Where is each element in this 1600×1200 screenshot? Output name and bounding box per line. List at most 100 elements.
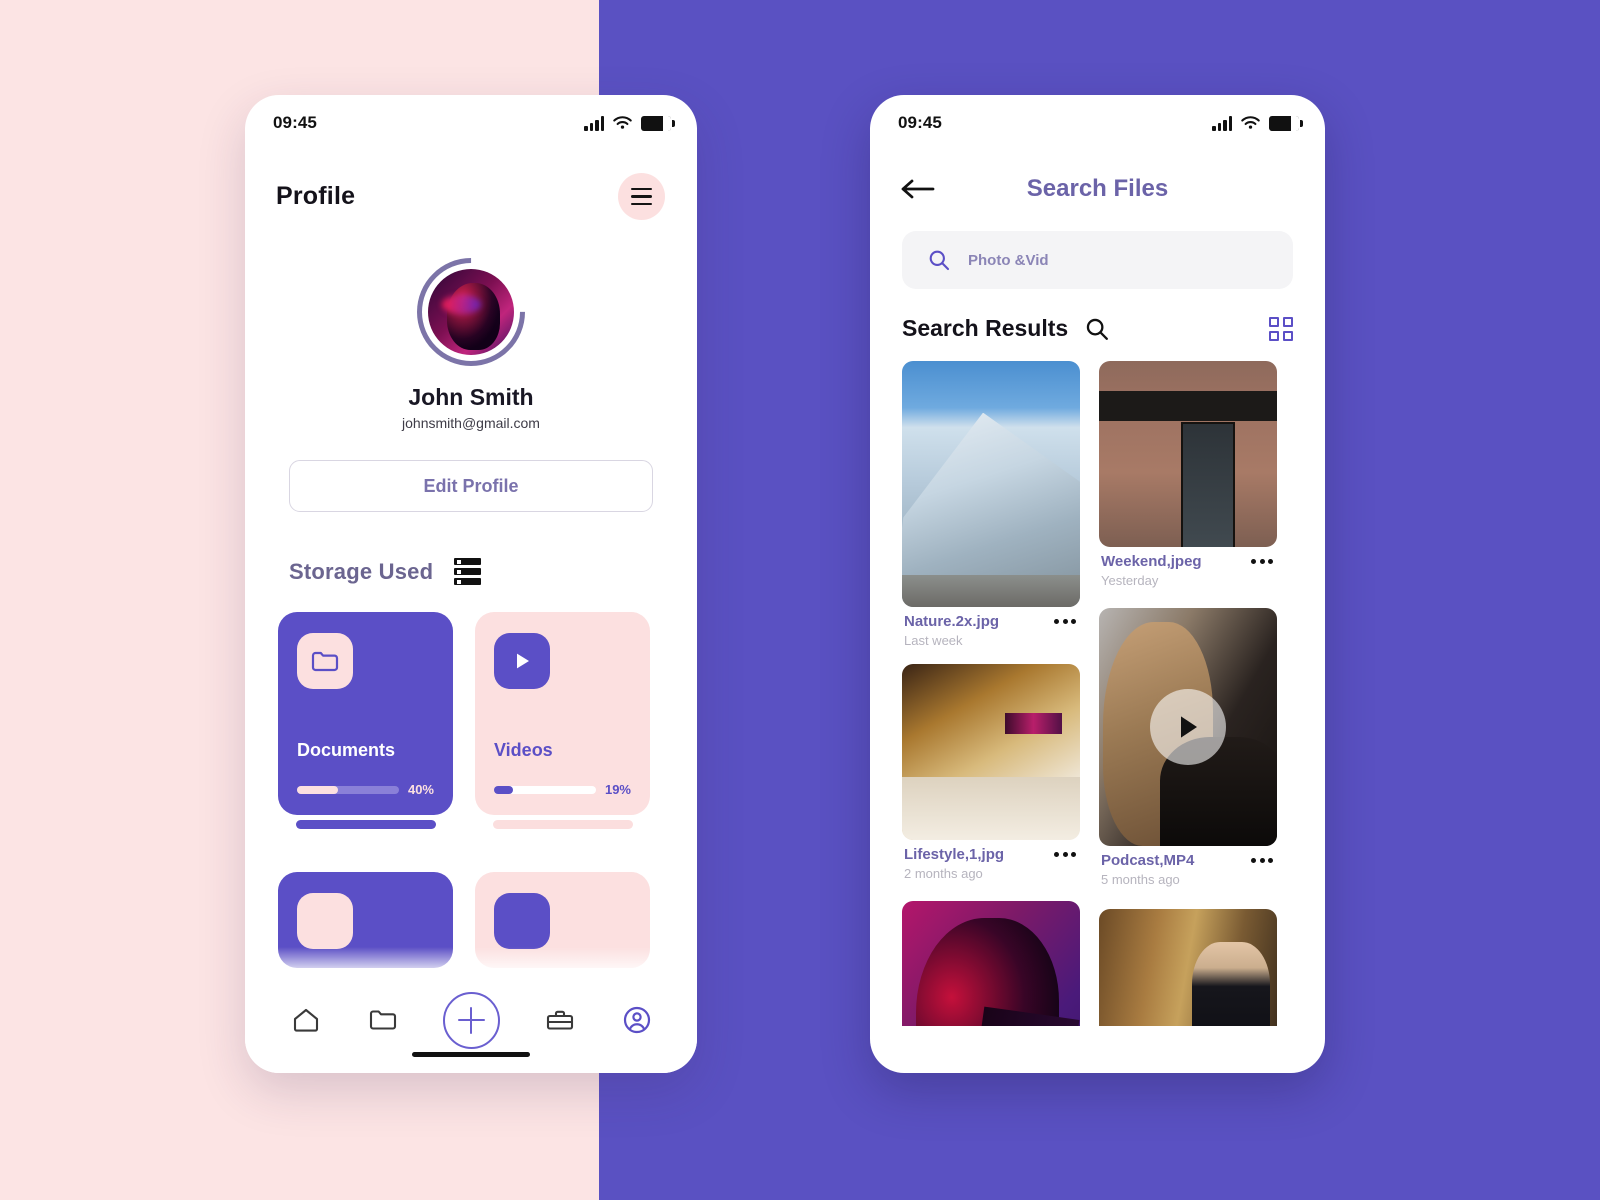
- hamburger-menu-icon[interactable]: [618, 173, 665, 220]
- more-options-icon[interactable]: [1052, 848, 1078, 861]
- more-options-icon[interactable]: [1249, 854, 1275, 867]
- server-storage-icon[interactable]: [454, 558, 482, 585]
- woman-portrait-video[interactable]: [1099, 608, 1277, 846]
- folder-icon: [297, 633, 353, 689]
- storage-card-partial-1[interactable]: [278, 872, 453, 968]
- man-in-suit-photo[interactable]: [1099, 909, 1277, 1026]
- storage-progress: 19%: [494, 782, 631, 797]
- storage-card-label: Documents: [297, 740, 396, 760]
- search-icon: [929, 250, 950, 271]
- file-name-row: Nature.2x.jpg: [904, 613, 1078, 630]
- results-column-right: Weekend,jpeg Yesterday Podcast,MP4 5 mon…: [1099, 361, 1277, 1026]
- storage-cards-row-2: [245, 872, 697, 968]
- search-icon[interactable]: [1085, 317, 1109, 341]
- status-icons: [1212, 115, 1303, 131]
- bottom-tab-bar: [245, 981, 697, 1073]
- grid-view-icon[interactable]: [1269, 316, 1293, 341]
- storage-section-header: Storage Used: [289, 558, 697, 585]
- play-icon[interactable]: [1150, 689, 1226, 765]
- user-avatar-image: [428, 269, 514, 355]
- file-name: Nature.2x.jpg: [904, 613, 1000, 630]
- storage-card-videos[interactable]: Videos 19%: [475, 612, 650, 815]
- status-time: 09:45: [273, 113, 317, 132]
- results-header: Search Results: [902, 315, 1293, 342]
- tab-tools-icon[interactable]: [543, 1003, 577, 1037]
- edit-profile-button[interactable]: Edit Profile: [289, 460, 653, 512]
- file-meta: Nature.2x.jpg Last week: [902, 607, 1080, 648]
- file-item[interactable]: Nature.2x.jpg Last week: [902, 361, 1080, 648]
- progress-fill: [494, 785, 514, 794]
- progress-track: [494, 785, 596, 794]
- storage-percent: 40%: [407, 782, 434, 797]
- hotel-bedroom-photo[interactable]: [902, 664, 1080, 840]
- signal-bars-icon: [584, 115, 604, 131]
- file-item[interactable]: [1099, 909, 1277, 1026]
- card-shadow: [295, 820, 436, 829]
- wifi-icon: [1241, 116, 1260, 129]
- storage-card-label: Videos: [494, 740, 553, 760]
- file-name-row: Weekend,jpeg: [1101, 553, 1275, 570]
- storage-progress: 40%: [297, 782, 434, 797]
- file-date: 2 months ago: [904, 866, 983, 881]
- card-shadow: [492, 820, 633, 829]
- avatar[interactable]: [245, 235, 697, 389]
- status-time: 09:45: [898, 113, 942, 132]
- tab-files-icon[interactable]: [366, 1003, 400, 1037]
- storage-percent: 19%: [604, 782, 631, 797]
- wifi-icon: [613, 116, 632, 129]
- search-placeholder: Photo &Vid: [968, 251, 1049, 269]
- storage-used-label: Storage Used: [289, 558, 434, 584]
- tab-home-icon[interactable]: [289, 1003, 323, 1037]
- file-name-row: Podcast,MP4: [1101, 852, 1275, 869]
- search-results-label: Search Results: [902, 315, 1069, 341]
- back-arrow-icon[interactable]: [900, 173, 940, 205]
- file-item[interactable]: [902, 901, 1080, 1026]
- file-item[interactable]: Lifestyle,1,jpg 2 months ago: [902, 664, 1080, 881]
- status-bar: 09:45: [245, 95, 697, 151]
- file-item[interactable]: Weekend,jpeg Yesterday: [1099, 361, 1277, 588]
- play-icon: [494, 633, 550, 689]
- file-name-row: Lifestyle,1,jpg: [904, 846, 1078, 863]
- profile-header: Profile: [245, 151, 697, 220]
- progress-fill: [297, 785, 338, 794]
- play-icon: [494, 893, 550, 949]
- more-options-icon[interactable]: [1052, 615, 1078, 628]
- file-date: Yesterday: [1101, 573, 1159, 588]
- status-bar: 09:45: [870, 95, 1325, 151]
- file-meta: Podcast,MP4 5 months ago: [1099, 846, 1277, 887]
- user-name: John Smith: [408, 384, 534, 410]
- file-date: Last week: [904, 633, 963, 648]
- storage-card-partial-2[interactable]: [475, 872, 650, 968]
- file-date: 5 months ago: [1101, 872, 1180, 887]
- battery-icon: [641, 115, 675, 131]
- file-name: Lifestyle,1,jpg: [904, 846, 1005, 863]
- snowy-mountain-photo[interactable]: [902, 361, 1080, 607]
- page-background: [0, 0, 1600, 1200]
- folder-icon: [297, 893, 353, 949]
- search-input[interactable]: Photo &Vid: [902, 231, 1293, 289]
- file-item[interactable]: Podcast,MP4 5 months ago: [1099, 608, 1277, 887]
- user-email: johnsmith@gmail.com: [402, 415, 540, 431]
- more-options-icon[interactable]: [1249, 555, 1275, 568]
- file-name: Podcast,MP4: [1101, 852, 1195, 869]
- file-meta: Weekend,jpeg Yesterday: [1099, 547, 1277, 588]
- search-header: Search Files: [870, 151, 1325, 205]
- results-column-left: Nature.2x.jpg Last week Lifestyle,1,jpg …: [902, 361, 1080, 1026]
- brick-restaurant-photo[interactable]: [1099, 361, 1277, 547]
- page-title: Profile: [276, 182, 356, 210]
- signal-bars-icon: [1212, 115, 1232, 131]
- search-files-phone-screen: 09:45 Search Files Photo &Vid Search Res…: [870, 95, 1325, 1073]
- progress-track: [297, 785, 399, 794]
- avatar-progress-ring: [394, 235, 548, 389]
- battery-icon: [1269, 115, 1303, 131]
- search-results-grid: Nature.2x.jpg Last week Lifestyle,1,jpg …: [902, 361, 1293, 1026]
- profile-phone-screen: 09:45 Profile John Smith johnsmith@gmail…: [245, 95, 697, 1073]
- tab-add-button[interactable]: [442, 991, 500, 1049]
- file-name: Weekend,jpeg: [1101, 553, 1202, 570]
- neon-cap-portrait-photo[interactable]: [902, 901, 1080, 1026]
- storage-cards-row: Documents 40% Videos 19%: [245, 612, 697, 829]
- tab-profile-icon[interactable]: [620, 1003, 654, 1037]
- storage-card-documents[interactable]: Documents 40%: [278, 612, 453, 815]
- status-icons: [584, 115, 675, 131]
- results-title-group: Search Results: [902, 315, 1109, 342]
